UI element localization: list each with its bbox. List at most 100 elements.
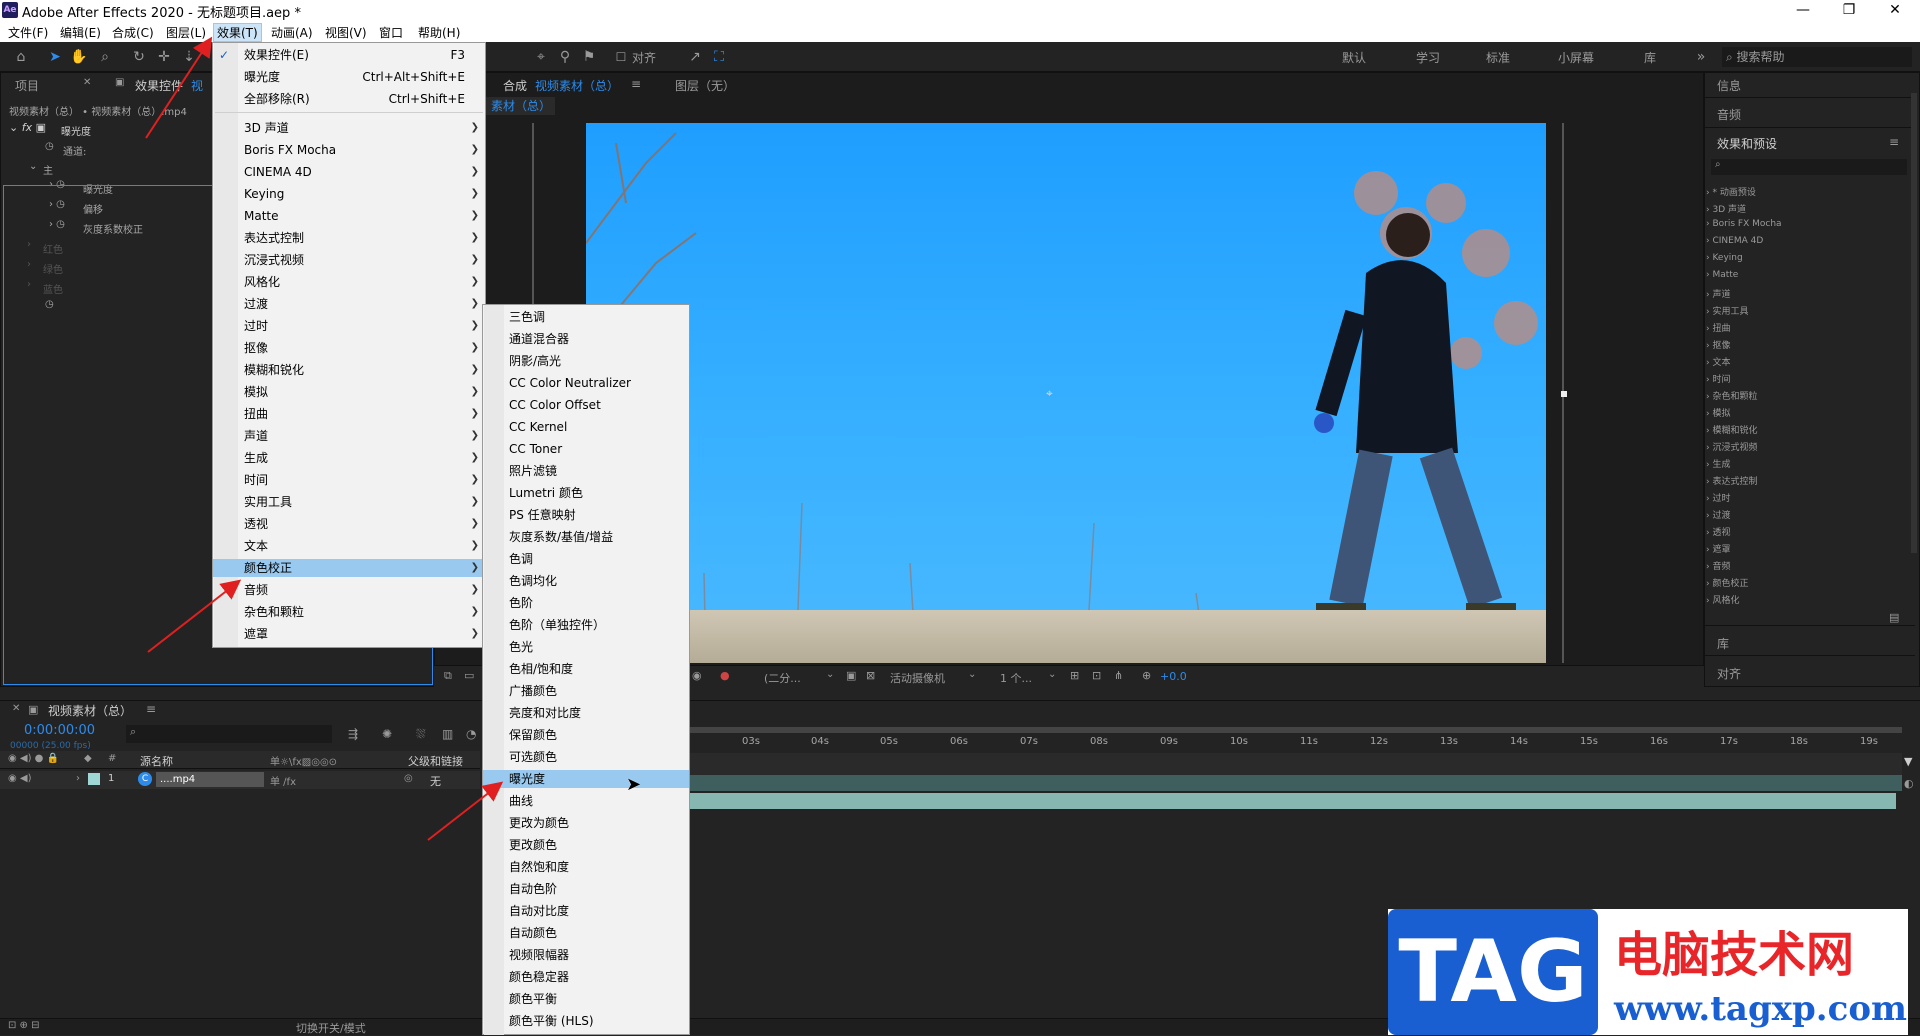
label-icon[interactable]: ◆ xyxy=(84,753,92,764)
layer-visibility-icon[interactable]: ◉ ◀) xyxy=(8,773,32,784)
menu-effect[interactable]: 效果(T) xyxy=(213,23,262,42)
submenu-item[interactable]: 色阶 xyxy=(483,594,689,612)
workspace-learn[interactable]: 学习 xyxy=(1416,49,1440,66)
timeline-tab[interactable]: 视频素材（总） xyxy=(48,702,132,719)
menu-item-remove-all[interactable]: 全部移除(R) Ctrl+Shift+E xyxy=(213,90,485,108)
preset-transition[interactable]: › 过渡 xyxy=(1706,508,1730,521)
motion-blur-icon[interactable]: ◔ xyxy=(466,727,476,741)
panel-menu-icon[interactable]: ≡ xyxy=(1889,135,1899,149)
chevron-down-icon[interactable]: ⌄ xyxy=(826,669,834,680)
new-folder-icon[interactable]: ▤ xyxy=(1889,611,1899,624)
source-name-column[interactable]: 源名称 xyxy=(140,753,173,769)
preset-blur[interactable]: › 模糊和锐化 xyxy=(1706,423,1757,436)
menu-item-time[interactable]: 时间 ❯ xyxy=(213,471,485,489)
submenu-item[interactable]: 自然饱和度 xyxy=(483,858,689,876)
submenu-item[interactable]: 自动对比度 xyxy=(483,902,689,920)
workspace-standard[interactable]: 标准 xyxy=(1486,49,1510,66)
resolution-dropdown[interactable]: (二分... xyxy=(764,670,801,686)
anchor-tool-icon[interactable]: ⇣ xyxy=(180,48,198,66)
hand-tool-icon[interactable]: ✋ xyxy=(70,48,88,66)
preset-text[interactable]: › 文本 xyxy=(1706,355,1730,368)
flowchart-icon[interactable]: ⋔ xyxy=(1114,669,1123,682)
menu-layer[interactable]: 图层(L) xyxy=(163,24,209,41)
submenu-item[interactable]: 色调均化 xyxy=(483,572,689,590)
menu-item-simulate[interactable]: 模拟 ❯ xyxy=(213,383,485,401)
draft-3d-icon[interactable]: ✺ xyxy=(382,727,392,741)
submenu-item[interactable]: PS 任意映射 xyxy=(483,506,689,524)
submenu-item[interactable]: CC Color Offset xyxy=(483,396,689,414)
menu-item-distort[interactable]: 扭曲 ❯ xyxy=(213,405,485,423)
red-expand-icon[interactable]: › xyxy=(27,239,31,250)
preset-channel[interactable]: › 声道 xyxy=(1706,287,1730,300)
submenu-item[interactable]: 更改颜色 xyxy=(483,836,689,854)
submenu-item[interactable]: 色调 xyxy=(483,550,689,568)
layer-end-icon[interactable]: ◐ xyxy=(1904,777,1914,790)
lock-icon[interactable]: ▣ xyxy=(115,77,124,88)
bounding-handle[interactable] xyxy=(1561,391,1567,397)
zoom-tool-icon[interactable]: ⌕ xyxy=(96,48,114,66)
status-icons[interactable]: ⊡ ⊕ ⊟ xyxy=(8,1020,40,1031)
always-preview-icon[interactable]: ⧉ xyxy=(444,669,452,683)
effect-name[interactable]: 曝光度 xyxy=(61,123,91,138)
preset-time[interactable]: › 时间 xyxy=(1706,372,1730,385)
close-button[interactable]: ✕ xyxy=(1872,0,1918,22)
comp-tab-name[interactable]: 视频素材（总） xyxy=(535,77,619,94)
submenu-item[interactable]: 色光 xyxy=(483,638,689,656)
preset-cinema4d[interactable]: › CINEMA 4D xyxy=(1706,236,1763,246)
menu-item-effect-controls[interactable]: ✓ 效果控件(E) F3 xyxy=(213,46,485,64)
preset-color-correction[interactable]: › 颜色校正 xyxy=(1706,576,1748,589)
align-section[interactable]: 对齐 xyxy=(1717,665,1741,682)
preset-distort[interactable]: › 扭曲 xyxy=(1706,321,1730,334)
camera-dropdown[interactable]: 活动摄像机 xyxy=(890,670,945,686)
menu-item-generate[interactable]: 生成 ❯ xyxy=(213,449,485,467)
selection-tool-icon[interactable]: ➤ xyxy=(46,48,64,66)
gamma-property[interactable]: 灰度系数校正 xyxy=(83,221,143,236)
menu-window[interactable]: 窗口 xyxy=(376,24,406,41)
time-navigator[interactable] xyxy=(690,727,1902,733)
preset-mask[interactable]: › 遮罩 xyxy=(1706,542,1730,555)
chevron-down-icon[interactable]: ⌄ xyxy=(1048,669,1056,680)
snap-option-icon[interactable]: ↗ xyxy=(686,48,704,66)
snap-label[interactable]: 对齐 xyxy=(632,49,656,66)
monitor-icon[interactable]: ▭ xyxy=(464,669,474,682)
info-section[interactable]: 信息 xyxy=(1717,77,1741,94)
menu-help[interactable]: 帮助(H) xyxy=(415,24,463,41)
workspace-library[interactable]: 库 xyxy=(1644,49,1656,66)
scrollbar[interactable] xyxy=(1911,93,1917,553)
submenu-item[interactable]: 照片滤镜 xyxy=(483,462,689,480)
menu-item-text[interactable]: 文本 ❯ xyxy=(213,537,485,555)
anchor-point-icon[interactable]: ⌖ xyxy=(1046,387,1058,399)
exposure-reset-icon[interactable]: ⊕ xyxy=(1142,669,1151,682)
menu-item-exposure-recent[interactable]: 曝光度 Ctrl+Alt+Shift+E xyxy=(213,68,485,86)
menu-item-channel[interactable]: 声道 ❯ xyxy=(213,427,485,445)
roto-tool-icon[interactable]: ⚑ xyxy=(580,48,598,66)
menu-item-audio[interactable]: 音频 ❯ xyxy=(213,581,485,599)
submenu-item[interactable]: 色阶（单独控件） xyxy=(483,616,689,634)
preset-simulate[interactable]: › 模拟 xyxy=(1706,406,1730,419)
menu-item-cinema4d[interactable]: CINEMA 4D ❯ xyxy=(213,163,485,181)
rotate-tool-icon[interactable]: ↻ xyxy=(130,48,148,66)
comp-mini-flowchart-icon[interactable]: ⇶ xyxy=(348,727,358,741)
close-icon[interactable]: ✕ xyxy=(12,703,20,714)
workspace-default[interactable]: 默认 xyxy=(1342,49,1366,66)
submenu-item[interactable]: 颜色平衡 (HLS) xyxy=(483,1012,689,1030)
tab-video[interactable]: 视 xyxy=(191,77,203,94)
submenu-item[interactable]: Lumetri 颜色 xyxy=(483,484,689,502)
av-switches-icon[interactable]: ◉ ◀) ● 🔒 xyxy=(8,753,59,764)
submenu-item[interactable]: 视频限幅器 xyxy=(483,946,689,964)
layer-duration-bar[interactable] xyxy=(690,793,1896,809)
effects-presets-section[interactable]: 效果和预设 xyxy=(1717,135,1777,152)
views-dropdown[interactable]: 1 个... xyxy=(1000,670,1032,686)
submenu-item[interactable]: 色相/饱和度 xyxy=(483,660,689,678)
layer-name[interactable]: ....mp4 xyxy=(156,772,264,787)
menu-item-color-correction[interactable]: 颜色校正 ❯ xyxy=(213,559,485,577)
submenu-item[interactable]: 可选颜色 xyxy=(483,748,689,766)
preset-audio[interactable]: › 音频 xyxy=(1706,559,1730,572)
shy-layers-icon[interactable]: ⛆ xyxy=(416,727,426,742)
submenu-item[interactable]: CC Kernel xyxy=(483,418,689,436)
puppet-tool-icon[interactable]: ⌖ xyxy=(532,48,550,66)
menu-composition[interactable]: 合成(C) xyxy=(109,24,157,41)
pickwhip-icon[interactable]: ◎ xyxy=(404,773,413,784)
chevron-down-icon[interactable]: ⌄ xyxy=(968,669,976,680)
submenu-item-exposure[interactable]: 曝光度 xyxy=(483,770,689,788)
